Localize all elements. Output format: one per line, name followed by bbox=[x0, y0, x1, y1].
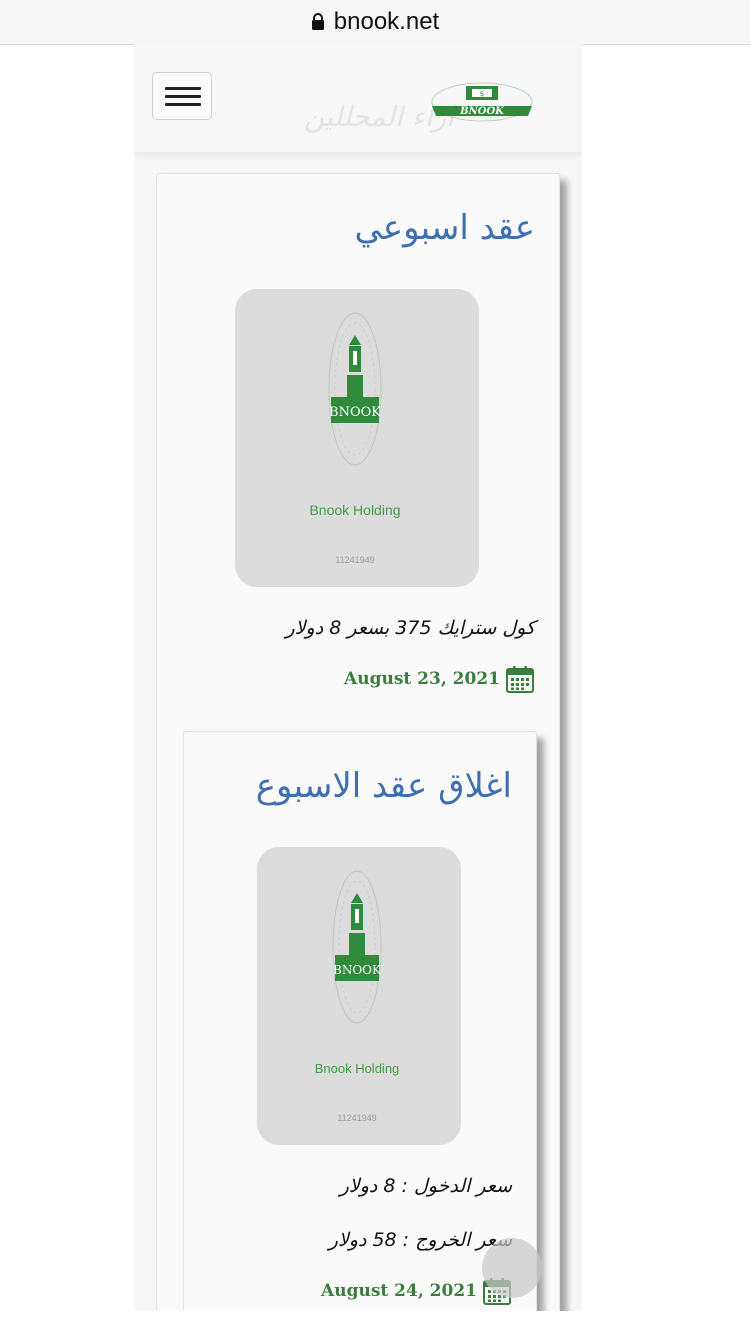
post-thumbnail[interactable]: BNOOK Bnook Holding 11241949 bbox=[257, 847, 461, 1145]
bnook-holding-image: BNOOK Bnook Holding 11241949 bbox=[315, 870, 400, 1123]
post-date-text: August 23, 2021 bbox=[344, 669, 500, 689]
post-excerpt-line: سعر الدخول : 8 دولار bbox=[339, 1175, 512, 1197]
thumb-caption: Bnook Holding bbox=[309, 502, 400, 518]
svg-text:BNOOK: BNOOK bbox=[459, 106, 505, 117]
post-excerpt-line: سعر الخروج : 58 دولار bbox=[328, 1229, 512, 1251]
lock-icon bbox=[311, 12, 324, 30]
post-card: اغلاق عقد الاسبوع BNOOK Bnook Holding 11… bbox=[183, 731, 537, 1311]
site-header: اراء المحللين $ BNOOK bbox=[134, 44, 582, 152]
post-thumbnail[interactable]: BNOOK Bnook Holding 11241949 bbox=[235, 289, 479, 587]
post-date[interactable]: August 24, 2021 bbox=[321, 1276, 512, 1306]
scroll-to-top-button[interactable] bbox=[482, 1238, 542, 1298]
thumb-caption: Bnook Holding bbox=[315, 1061, 400, 1076]
thumb-brand: BNOOK bbox=[333, 963, 382, 977]
header-title: اراء المحللين bbox=[303, 100, 454, 133]
bnook-logo[interactable]: $ BNOOK bbox=[428, 80, 536, 122]
site-content: اراء المحللين $ BNOOK عقد اسبوعي BNOOK B… bbox=[134, 44, 582, 1311]
post-title[interactable]: عقد اسبوعي bbox=[354, 208, 535, 248]
thumb-code: 11241949 bbox=[337, 1113, 376, 1123]
url-text: bnook.net bbox=[333, 8, 440, 35]
calendar-icon bbox=[506, 666, 534, 693]
post-excerpt-line: كول سترايك 375 بسعر 8 دولار bbox=[285, 617, 535, 639]
post-date-text: August 24, 2021 bbox=[321, 1281, 477, 1301]
address-bar[interactable]: bnook.net bbox=[0, 0, 750, 45]
hamburger-menu-button[interactable] bbox=[152, 72, 212, 120]
bnook-holding-image: BNOOK Bnook Holding 11241949 bbox=[309, 312, 401, 565]
thumb-brand: BNOOK bbox=[329, 405, 381, 420]
svg-text:$: $ bbox=[480, 90, 484, 98]
post-card: عقد اسبوعي BNOOK Bnook Holding 11241949 … bbox=[156, 173, 560, 1311]
post-date[interactable]: August 23, 2021 bbox=[344, 664, 535, 694]
post-title[interactable]: اغلاق عقد الاسبوع bbox=[256, 766, 512, 806]
thumb-code: 11241949 bbox=[335, 555, 374, 565]
